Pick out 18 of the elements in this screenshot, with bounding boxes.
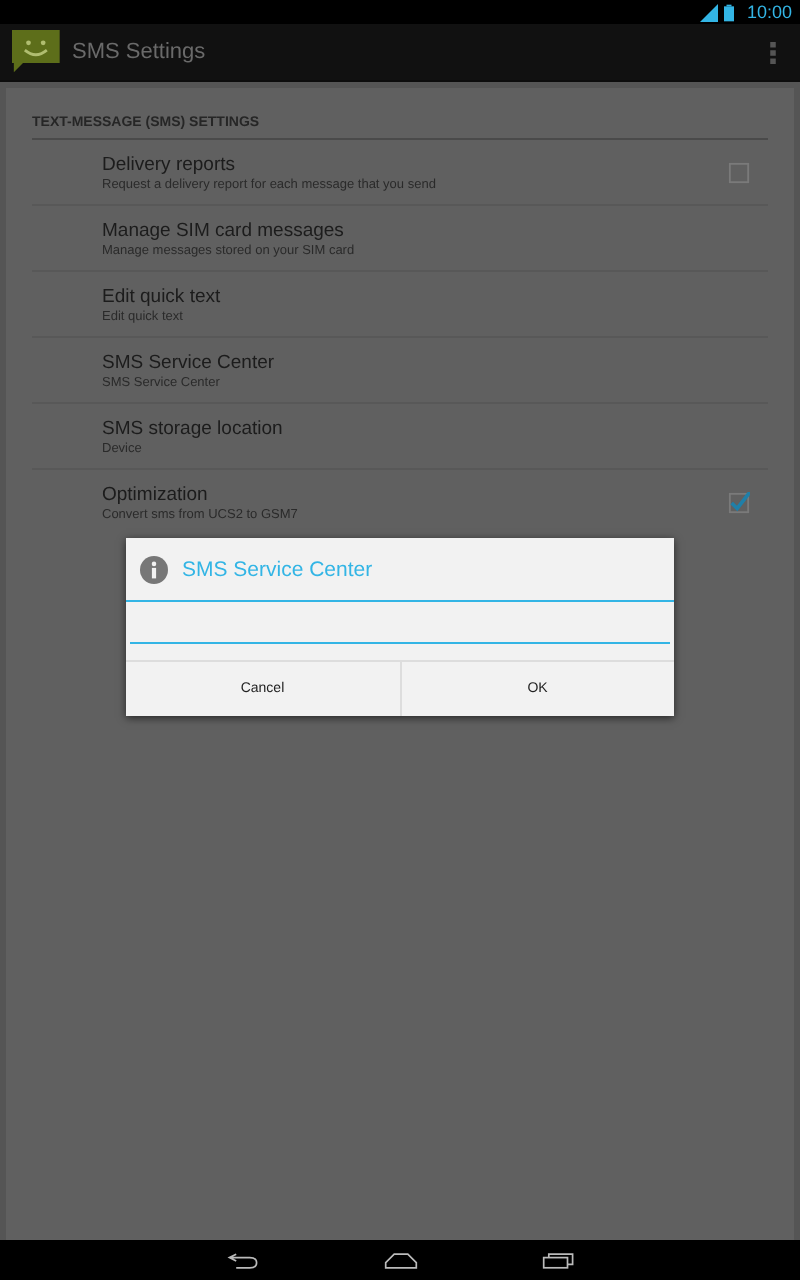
setting-title: Delivery reports [102, 153, 238, 175]
setting-title: Edit quick text [102, 285, 223, 307]
setting-title: SMS storage location [102, 417, 285, 439]
battery-icon [724, 3, 735, 21]
dialog-title: SMS Service Center [182, 557, 373, 581]
checkbox[interactable] [728, 161, 750, 183]
recent-apps-icon[interactable] [541, 1251, 575, 1269]
setting-title: Optimization [102, 483, 210, 505]
checkbox[interactable] [728, 491, 750, 513]
setting-title: Manage SIM card messages [102, 219, 346, 241]
back-icon[interactable] [225, 1251, 259, 1269]
app-icon[interactable] [8, 30, 60, 74]
home-icon[interactable] [383, 1251, 417, 1269]
info-icon [140, 555, 168, 583]
screen-title: SMS Settings [72, 40, 208, 64]
setting-title: SMS Service Center [102, 351, 277, 373]
clock: 10:00 [746, 2, 792, 22]
overflow-menu-icon[interactable] [770, 41, 776, 63]
